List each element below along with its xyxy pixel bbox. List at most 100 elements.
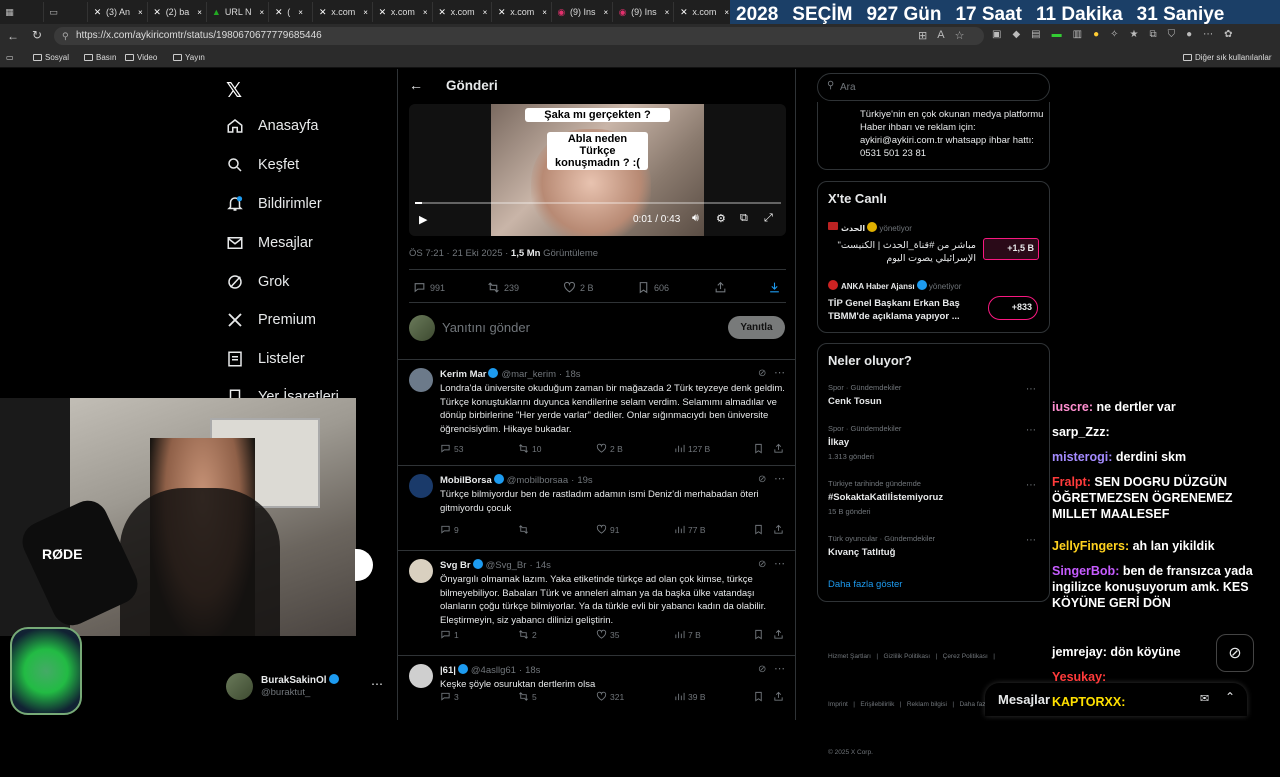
- like-action[interactable]: 2 B: [563, 281, 594, 294]
- reply-author[interactable]: MobilBorsa: [440, 475, 492, 486]
- close-tab-icon[interactable]: ×: [423, 8, 428, 17]
- back-arrow-icon[interactable]: ←: [409, 77, 423, 93]
- show-more-link[interactable]: Daha fazla göster: [828, 579, 902, 590]
- share-action[interactable]: [773, 524, 784, 535]
- close-tab-icon[interactable]: ×: [260, 8, 265, 17]
- reply-action[interactable]: 1: [440, 629, 459, 640]
- grok-icon[interactable]: ⊘: [758, 474, 766, 485]
- more-menu-icon[interactable]: ⋯: [1203, 29, 1213, 40]
- nav-item-anasayfa[interactable]: Anasayfa: [226, 117, 318, 135]
- reply-author[interactable]: Svg Br: [440, 560, 471, 571]
- repost-action[interactable]: [518, 524, 532, 535]
- browser-tab[interactable]: ✕x.com×: [313, 2, 373, 22]
- reply-handle[interactable]: @Svg_Br: [486, 560, 527, 571]
- grok-icon[interactable]: ⊘: [758, 664, 766, 675]
- repost-action[interactable]: 10: [518, 443, 541, 454]
- avatar[interactable]: [409, 474, 433, 498]
- repost-action[interactable]: 239: [487, 281, 519, 294]
- extension-icon[interactable]: ▤: [1031, 29, 1040, 40]
- footer-row[interactable]: Hizmet Şartları | Gizlilik Politikası | …: [828, 649, 998, 665]
- extension-icon[interactable]: ◆: [1012, 29, 1020, 40]
- views-action[interactable]: 77 B: [674, 524, 706, 535]
- play-icon[interactable]: ▶: [419, 213, 427, 226]
- reply-action[interactable]: 53: [440, 443, 463, 454]
- repost-action[interactable]: 2: [518, 629, 537, 640]
- account-switcher[interactable]: BurakSakinOl @buraktut_ ⋯: [226, 671, 386, 703]
- more-options-icon[interactable]: ⋯: [774, 557, 785, 570]
- views-action[interactable]: 127 B: [674, 443, 710, 454]
- more-options-icon[interactable]: ⋯: [371, 677, 383, 691]
- reply-action[interactable]: 991: [413, 281, 445, 294]
- more-options-icon[interactable]: ⋯: [1026, 535, 1037, 546]
- reply-action[interactable]: 3: [440, 691, 459, 702]
- nav-item-premium[interactable]: Premium: [226, 311, 316, 329]
- close-tab-icon[interactable]: ×: [603, 8, 608, 17]
- browser-tab[interactable]: ◉ (9) Ins ×: [552, 2, 614, 22]
- avatar[interactable]: [409, 368, 433, 392]
- reply-post[interactable]: |61| @4asllg61 · 18s ⊘ ⋯ Keşke şöyle osuruktan…: [398, 656, 795, 720]
- reply-handle[interactable]: @mobilborsaa: [507, 475, 568, 486]
- more-options-icon[interactable]: ⋯: [774, 472, 785, 485]
- like-action[interactable]: 2 B: [596, 443, 623, 454]
- views-action[interactable]: 39 B: [674, 691, 706, 702]
- bookmark-action[interactable]: [753, 443, 764, 454]
- browser-tab[interactable]: ✕x.com×: [674, 2, 735, 22]
- back-arrow-icon[interactable]: ←: [7, 29, 19, 43]
- close-tab-icon[interactable]: ×: [542, 8, 547, 17]
- pip-icon[interactable]: ⧉: [740, 212, 748, 225]
- avatar[interactable]: [409, 559, 433, 583]
- bookmark-action[interactable]: 606: [637, 281, 669, 294]
- nav-item-bildirimler[interactable]: Bildirimler: [226, 195, 322, 213]
- more-options-icon[interactable]: ⋯: [1026, 425, 1037, 436]
- share-action[interactable]: [773, 691, 784, 702]
- browser-tab[interactable]: ✕ (3) An ×: [88, 2, 148, 22]
- close-tab-icon[interactable]: ×: [138, 8, 143, 17]
- share-action[interactable]: [714, 281, 727, 294]
- more-options-icon[interactable]: ⋯: [1026, 384, 1037, 395]
- video-progress-track[interactable]: [415, 202, 781, 204]
- bookmark-folder-basin[interactable]: Basın: [84, 53, 116, 62]
- extension-icon[interactable]: ●: [1093, 29, 1099, 40]
- more-options-icon[interactable]: ⋯: [774, 366, 785, 379]
- more-options-icon[interactable]: ⋯: [774, 662, 785, 675]
- translate-icon[interactable]: ⊞: [918, 29, 927, 42]
- reply-post[interactable]: MobilBorsa @mobilborsaa · 19s ⊘ ⋯ Türkçe bilmi…: [398, 466, 795, 551]
- fullscreen-icon[interactable]: ⤢: [764, 212, 773, 225]
- reply-input[interactable]: Yanıtını gönder: [442, 320, 530, 335]
- reply-time[interactable]: 14s: [536, 560, 551, 571]
- browser-tab[interactable]: ✕x.com×: [373, 2, 433, 22]
- reply-handle[interactable]: @mar_kerim: [501, 369, 556, 380]
- read-aloud-icon[interactable]: A: [937, 29, 944, 42]
- bookmarks-menu-icon[interactable]: ▭: [6, 53, 14, 62]
- browser-tab[interactable]: ▲ URL N ×: [207, 2, 270, 22]
- more-options-icon[interactable]: ⋯: [1026, 480, 1037, 491]
- site-info-icon[interactable]: ⚲: [62, 27, 69, 45]
- puzzle-icon[interactable]: ✧: [1110, 29, 1118, 40]
- browser-tab[interactable]: ✕x.com×: [492, 2, 552, 22]
- browser-tab[interactable]: ✕ (×: [269, 2, 314, 22]
- reply-time[interactable]: 18s: [525, 665, 540, 676]
- like-action[interactable]: 91: [596, 524, 619, 535]
- other-bookmarks[interactable]: Diğer sık kullanılanlar: [1183, 53, 1271, 62]
- bookmark-folder-video[interactable]: Video: [125, 53, 157, 62]
- close-tab-icon[interactable]: ×: [724, 8, 729, 17]
- reply-action[interactable]: 9: [440, 524, 459, 535]
- nav-item-grok[interactable]: Grok: [226, 273, 289, 291]
- x-logo-icon[interactable]: 𝕏: [226, 78, 242, 103]
- bookmark-action[interactable]: [753, 629, 764, 640]
- download-action[interactable]: [768, 281, 781, 294]
- close-tab-icon[interactable]: ×: [665, 8, 670, 17]
- close-tab-icon[interactable]: ×: [298, 8, 303, 17]
- grok-icon[interactable]: ⊘: [758, 368, 766, 379]
- video-player[interactable]: Şaka mı gerçekten ? Abla neden Türkçe ko…: [409, 104, 786, 236]
- like-action[interactable]: 321: [596, 691, 624, 702]
- browser-tab[interactable]: ◉ (9) Ins ×: [613, 2, 675, 22]
- browser-tab[interactable]: ✕ (2) ba ×: [148, 2, 207, 22]
- browser-tab[interactable]: ▦: [0, 2, 44, 22]
- url-field[interactable]: ⚲ https://x.com/aykiricomtr/status/19806…: [54, 27, 984, 45]
- repost-action[interactable]: 5: [518, 691, 537, 702]
- reply-post[interactable]: Svg Br @Svg_Br · 14s ⊘ ⋯ Önyargılı olmamak laz…: [398, 551, 795, 656]
- avatar[interactable]: [409, 664, 433, 688]
- reload-icon[interactable]: ↻: [32, 28, 42, 42]
- extension-icon[interactable]: ▣: [992, 29, 1001, 40]
